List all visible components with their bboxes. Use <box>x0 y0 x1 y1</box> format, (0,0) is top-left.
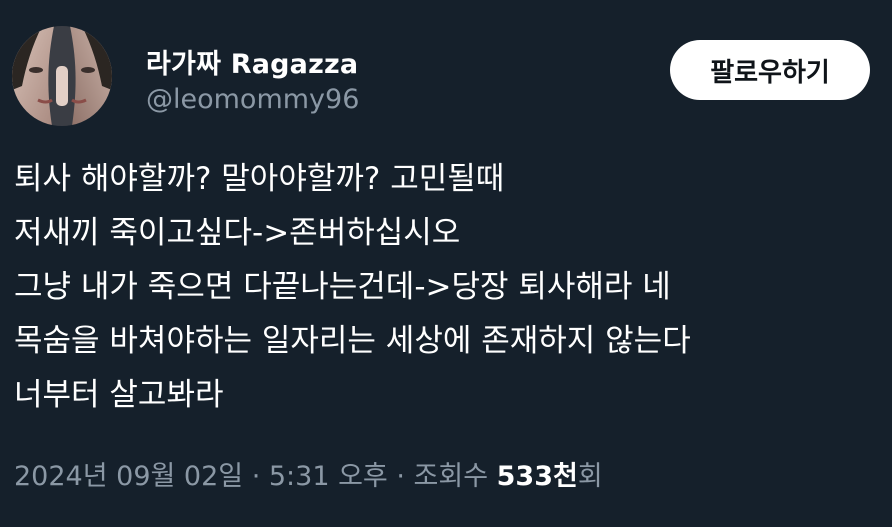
user-handle[interactable]: @leomommy96 <box>146 84 359 115</box>
avatar-photo-icon <box>12 26 112 126</box>
views-count: 533천 <box>496 461 578 492</box>
tweet-line: 그냥 내가 죽으면 다끝나는건데->당장 퇴사해라 네 <box>14 269 671 305</box>
views-label: 조회수 <box>413 461 497 492</box>
separator-dot: · <box>243 461 269 492</box>
follow-button[interactable]: 팔로우하기 <box>670 40 870 100</box>
tweet-metadata: 2024년 09월 02일 · 5:31 오후 · 조회수 533천회 <box>14 454 603 493</box>
tweet-line: 퇴사 해야할까? 말아야할까? 고민될때 <box>14 161 505 197</box>
display-name[interactable]: 라가짜 Ragazza <box>146 42 358 81</box>
post-time[interactable]: 5:31 오후 <box>269 461 388 492</box>
views-suffix: 회 <box>577 461 603 492</box>
tweet-text: 퇴사 해야할까? 말아야할까? 고민될때 저새끼 죽이고싶다->존버하십시오 그… <box>14 152 884 422</box>
tweet-line: 저새끼 죽이고싶다->존버하십시오 <box>14 215 461 251</box>
tweet-line: 너부터 살고봐라 <box>14 377 224 413</box>
separator-dot: · <box>387 461 414 492</box>
tweet-card: 라가짜 Ragazza @leomommy96 팔로우하기 퇴사 해야할까? 말… <box>0 0 892 527</box>
post-date[interactable]: 2024년 09월 02일 <box>14 461 243 492</box>
avatar[interactable] <box>12 26 112 126</box>
tweet-line: 목숨을 바쳐야하는 일자리는 세상에 존재하지 않는다 <box>14 323 691 359</box>
